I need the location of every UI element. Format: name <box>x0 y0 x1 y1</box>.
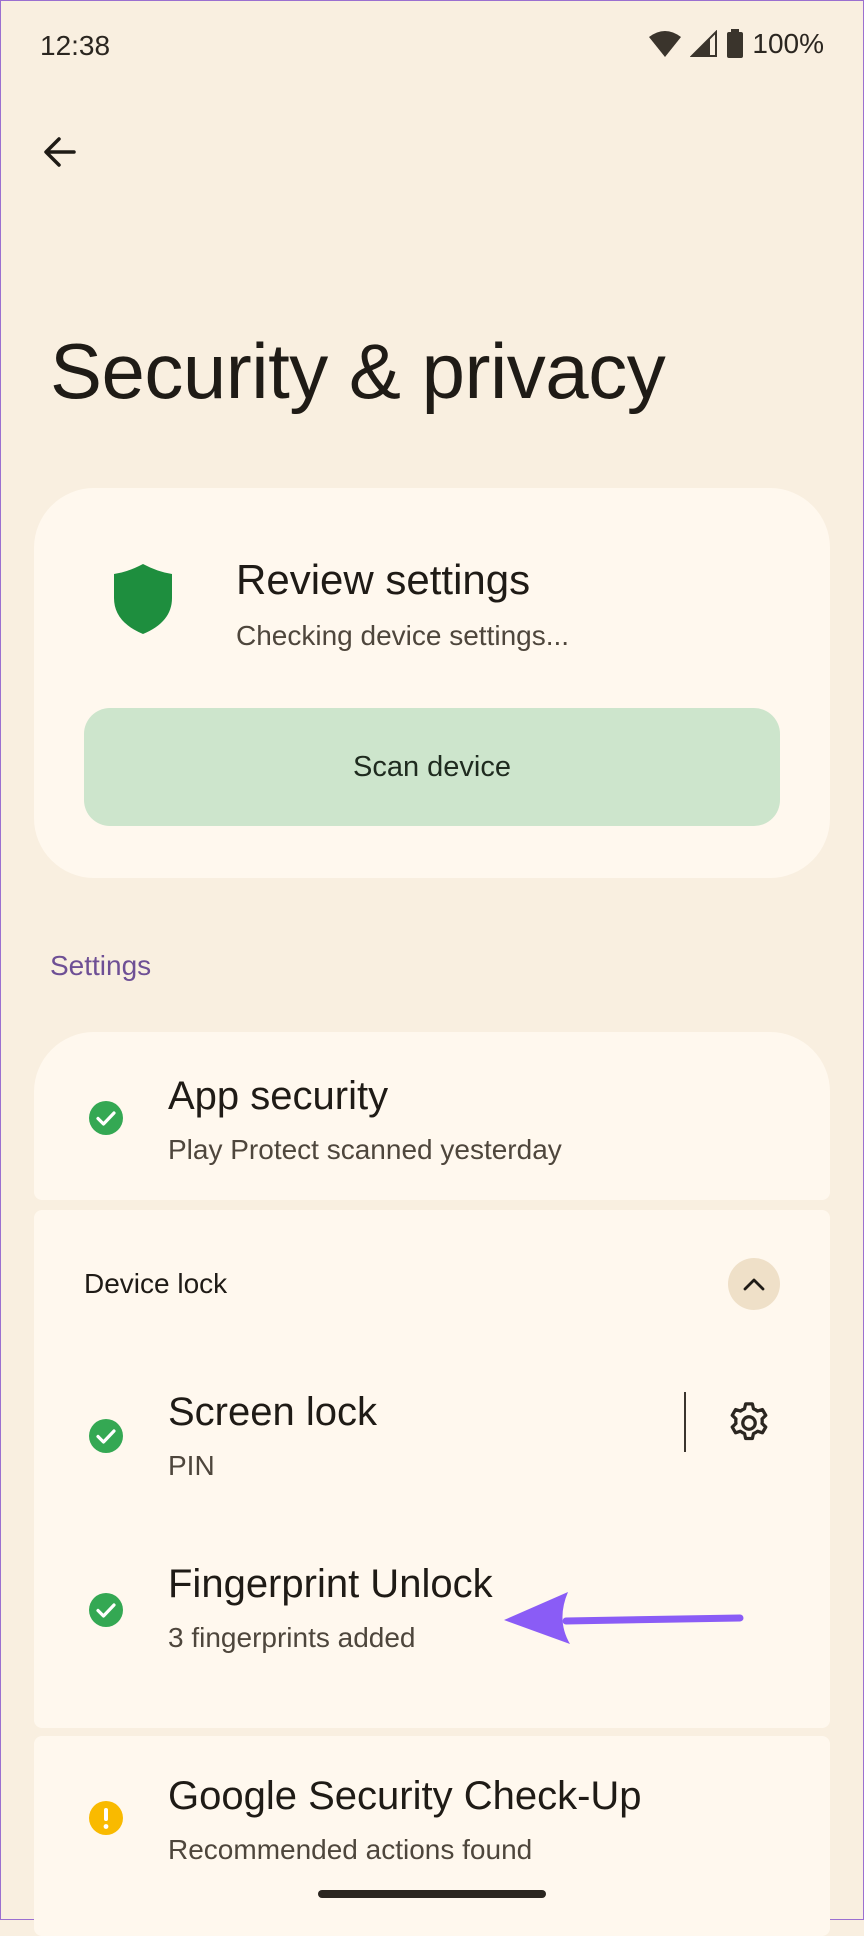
status-bar: 12:38 100% <box>0 0 864 96</box>
wifi-icon <box>649 31 682 57</box>
fingerprint-unlock-title: Fingerprint Unlock <box>168 1562 493 1606</box>
scan-device-button[interactable]: Scan device <box>84 708 780 826</box>
battery-icon <box>727 29 744 58</box>
warning-circle-icon <box>89 1801 123 1835</box>
vertical-divider <box>684 1392 686 1452</box>
screen-lock-summary: PIN <box>168 1450 215 1481</box>
back-button[interactable] <box>30 122 90 182</box>
device-lock-label: Device lock <box>84 1268 228 1299</box>
settings-section-header: Settings <box>50 950 152 981</box>
screen-lock-item[interactable]: Screen lock PIN <box>34 1360 664 1486</box>
app-security-title: App security <box>168 1074 389 1118</box>
status-time: 12:38 <box>40 30 111 61</box>
review-settings-subtitle: Checking device settings... <box>236 620 570 651</box>
gear-icon <box>730 1402 768 1441</box>
app-security-summary: Play Protect scanned yesterday <box>168 1134 562 1165</box>
review-settings-title: Review settings <box>236 556 531 603</box>
google-security-checkup-item[interactable]: Google Security Check-Up Recommended act… <box>34 1736 830 1936</box>
device-lock-group: Device lock Screen lock PIN Fingerprint … <box>34 1210 830 1728</box>
annotation-arrow-icon <box>504 1592 744 1644</box>
page-title: Security & privacy <box>50 327 666 415</box>
screen-lock-title: Screen lock <box>168 1390 377 1434</box>
screen-lock-settings-button[interactable] <box>722 1396 776 1450</box>
google-checkup-title: Google Security Check-Up <box>168 1774 642 1818</box>
arrow-left-icon <box>44 137 76 167</box>
status-icons: 100% <box>648 28 824 60</box>
google-checkup-summary: Recommended actions found <box>168 1834 533 1865</box>
gesture-nav-handle[interactable] <box>318 1890 546 1898</box>
battery-percent: 100% <box>752 28 824 59</box>
fingerprint-unlock-summary: 3 fingerprints added <box>168 1622 416 1653</box>
chevron-up-icon <box>743 1278 765 1291</box>
review-settings-card: Review settings Checking device settings… <box>34 488 830 878</box>
check-circle-icon <box>89 1419 123 1453</box>
shield-icon <box>114 564 172 634</box>
app-security-item[interactable]: App security Play Protect scanned yester… <box>34 1032 830 1200</box>
check-circle-icon <box>89 1101 123 1135</box>
signal-icon <box>690 30 718 57</box>
collapse-button[interactable] <box>728 1258 780 1310</box>
check-circle-icon <box>89 1593 123 1627</box>
